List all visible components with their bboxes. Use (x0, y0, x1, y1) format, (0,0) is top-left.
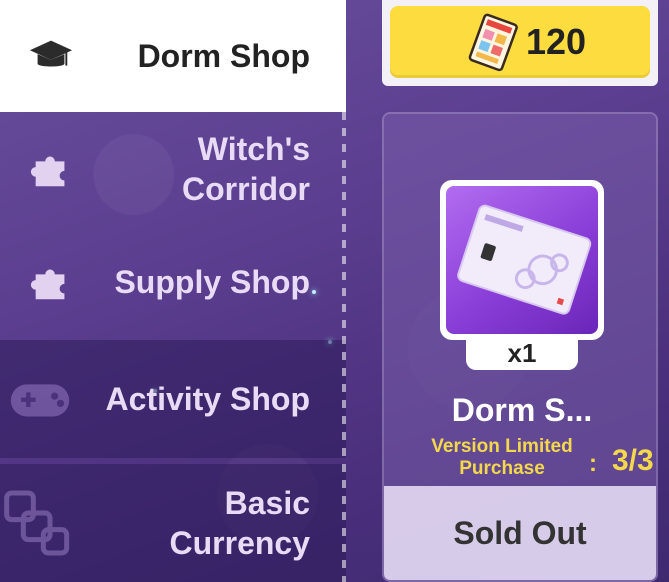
cubes-icon (4, 490, 70, 556)
sidebar-item-label: Supply Shop (114, 264, 310, 300)
sidebar-item-activity-shop[interactable]: Activity Shop (0, 340, 346, 458)
sidebar-divider (342, 112, 346, 582)
shop-sidebar: Dorm Shop Witch's Corridor Supply Shop A… (0, 0, 346, 582)
purchase-limit-count: 3/3 (612, 444, 654, 477)
purchase-limit-separator: : (589, 450, 597, 477)
ticket-icon (468, 13, 518, 72)
dorm-item-image (446, 186, 598, 334)
puzzle-piece-icon (30, 269, 65, 300)
card-artwork-icon (457, 204, 592, 315)
currency-amount: 120 (526, 21, 587, 62)
item-image-frame (440, 180, 604, 340)
currency-panel: 120 (390, 6, 650, 78)
gamepad-icon (10, 384, 70, 417)
item-name: Dorm S... (451, 392, 593, 428)
sidebar-item-supply-shop[interactable]: Supply Shop (0, 226, 346, 338)
sidebar-item-basic-currency[interactable]: Basic Currency (0, 464, 346, 582)
sidebar-item-label: Witch's Corridor (182, 131, 310, 207)
sidebar-item-dorm-shop[interactable]: Dorm Shop (0, 0, 346, 112)
shop-item-card[interactable]: x1 Dorm S... Version Limited Purchase : … (382, 112, 658, 582)
sidebar-item-label: Basic Currency (169, 485, 311, 561)
sidebar-item-label: Activity Shop (105, 381, 310, 417)
item-quantity: x1 (466, 336, 578, 370)
sidebar-item-witchs-corridor[interactable]: Witch's Corridor (0, 112, 346, 226)
sidebar-item-label: Dorm Shop (137, 38, 310, 74)
sold-out-button[interactable]: Sold Out (384, 486, 656, 580)
graduation-cap-icon (29, 40, 73, 67)
puzzle-piece-icon (30, 156, 65, 187)
purchase-limit-label: Version Limited Purchase (431, 436, 573, 480)
currency-display: 120 (382, 0, 658, 86)
